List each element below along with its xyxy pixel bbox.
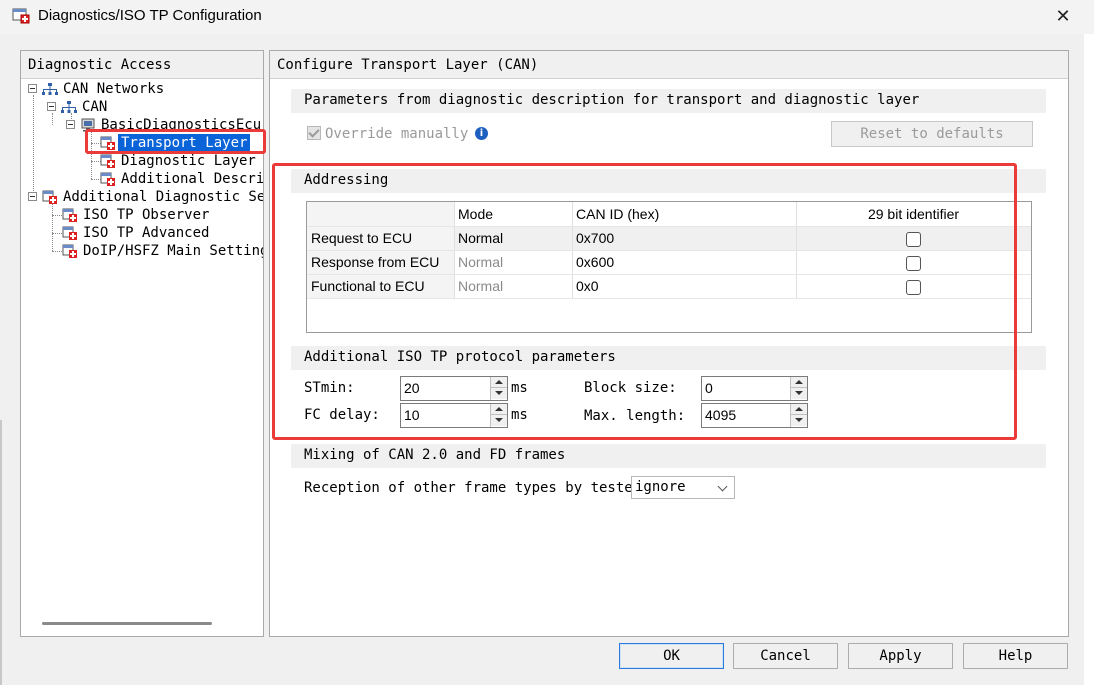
apply-button[interactable]: Apply [848, 643, 953, 669]
section-title: Mixing of CAN 2.0 and FD frames [304, 447, 566, 463]
reception-selected-value: ignore [635, 479, 686, 495]
tree-item-label: Additional Diagnostic Set [63, 189, 263, 205]
info-icon[interactable]: i [475, 127, 488, 140]
collapse-icon[interactable] [28, 84, 37, 93]
tree-item-can[interactable]: CAN [21, 98, 261, 116]
settings-page-icon [100, 172, 115, 186]
tree-item-iso-tp-observer[interactable]: ISO TP Observer [21, 206, 261, 224]
settings-page-icon [62, 208, 77, 222]
tree-item-diagnostic-layer[interactable]: Diagnostic Layer [21, 152, 261, 170]
tree-item-label: CAN Networks [63, 81, 165, 97]
window-title: Diagnostics/ISO TP Configuration [38, 7, 262, 24]
help-button[interactable]: Help [963, 643, 1068, 669]
tree-item-label: DoIP/HSFZ Main Settings [83, 243, 263, 259]
tree-item-label: Additional Descrip [121, 171, 263, 187]
network-icon [42, 83, 58, 95]
window-edge [1084, 34, 1094, 685]
tree-item-label: ISO TP Observer [83, 207, 210, 223]
collapse-icon[interactable] [66, 120, 75, 129]
close-icon[interactable]: ✕ [1050, 4, 1076, 30]
horizontal-scrollbar[interactable] [42, 622, 212, 625]
override-manually-checkbox[interactable] [307, 126, 321, 140]
reception-label: Reception of other frame types by tester… [304, 480, 650, 496]
override-manually-label: Override manually [325, 126, 469, 142]
tree-item-doip-hsfz-main-settings[interactable]: DoIP/HSFZ Main Settings [21, 242, 263, 260]
navigation-tree: CAN Networks CAN BasicDiagnosticsEcu Tra… [21, 80, 263, 610]
tree-item-label: CAN [82, 99, 108, 115]
reset-to-defaults-button[interactable]: Reset to defaults [831, 121, 1033, 147]
reception-select[interactable]: ignore [631, 476, 735, 499]
annotation-highlight-box [85, 129, 266, 154]
tree-item-can-networks[interactable]: CAN Networks [21, 80, 261, 98]
tree-item-additional-description[interactable]: Additional Descrip [21, 170, 263, 188]
mixing-section-header: Mixing of CAN 2.0 and FD frames [291, 444, 1046, 468]
dialog-app-icon [12, 8, 30, 24]
collapse-icon[interactable] [47, 102, 56, 111]
settings-page-icon [62, 226, 77, 240]
params-section-header: Parameters from diagnostic description f… [291, 89, 1046, 113]
collapse-icon[interactable] [28, 192, 37, 201]
cancel-button[interactable]: Cancel [733, 643, 838, 669]
tree-item-label: Diagnostic Layer [121, 153, 256, 169]
window-border [0, 420, 2, 685]
settings-page-icon [100, 154, 115, 168]
settings-page-icon [42, 190, 57, 204]
diagnostic-access-header: Diagnostic Access [21, 51, 263, 79]
tree-item-additional-diagnostic-settings[interactable]: Additional Diagnostic Set [21, 188, 263, 206]
tree-item-label: ISO TP Advanced [83, 225, 210, 241]
section-title: Parameters from diagnostic description f… [304, 92, 920, 108]
panel-title: Diagnostic Access [28, 57, 172, 73]
chevron-down-icon [717, 481, 728, 492]
ok-button[interactable]: OK [619, 643, 724, 669]
panel-title: Configure Transport Layer (CAN) [277, 57, 539, 73]
network-icon [61, 101, 77, 113]
tree-item-iso-tp-advanced[interactable]: ISO TP Advanced [21, 224, 261, 242]
annotation-highlight-box [272, 163, 1017, 440]
settings-page-icon [62, 244, 77, 258]
configure-transport-layer-header: Configure Transport Layer (CAN) [270, 51, 1068, 79]
